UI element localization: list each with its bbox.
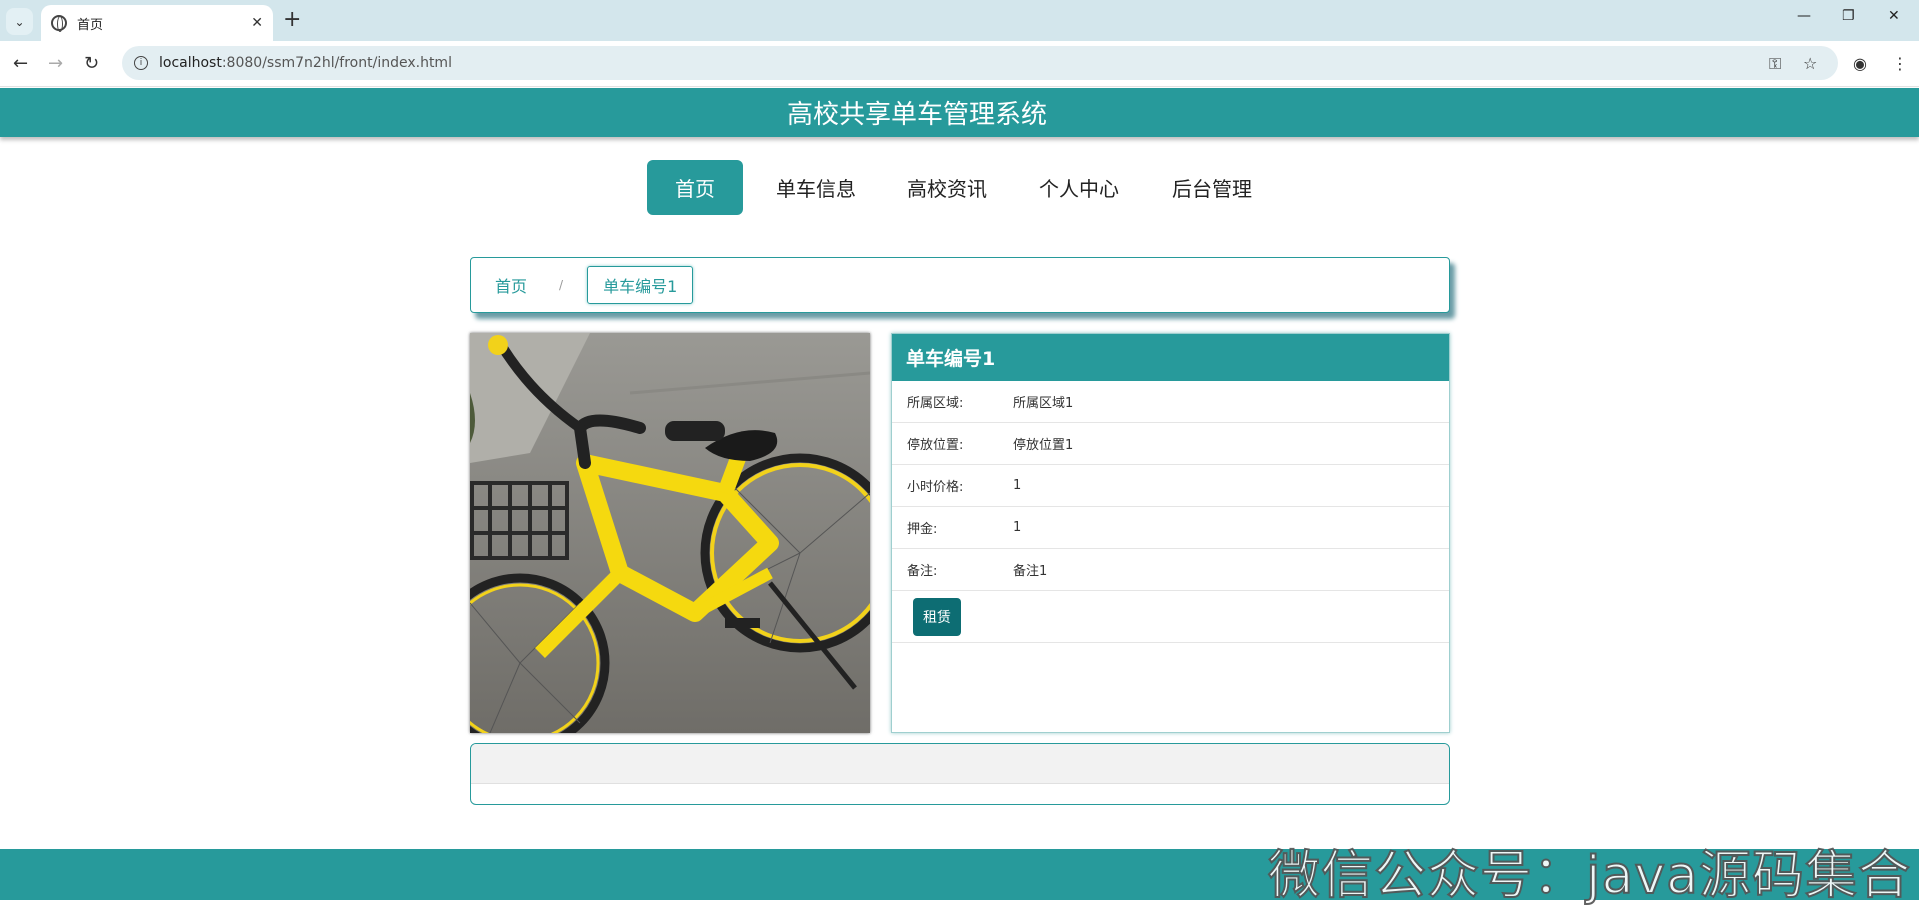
detail-header: 单车编号1 — [892, 334, 1449, 381]
url-field[interactable]: i localhost:8080/ssm7n2hl/front/index.ht… — [122, 46, 1838, 80]
detail-row-area: 所属区域: 所属区域1 — [892, 381, 1449, 423]
bike-photo — [470, 333, 870, 733]
main-nav: 首页 单车信息 高校资讯 个人中心 后台管理 — [0, 160, 1919, 215]
minimize-icon[interactable]: — — [1797, 8, 1811, 24]
nav-item-home[interactable]: 首页 — [647, 160, 743, 215]
field-label: 押金: — [907, 522, 938, 537]
browser-tab[interactable]: 首页 ✕ — [41, 5, 273, 41]
address-bar: ← → ↻ i localhost:8080/ssm7n2hl/front/in… — [0, 41, 1919, 87]
menu-dots-icon[interactable]: ⋮ — [1892, 54, 1908, 73]
breadcrumb: 首页 / 单车编号1 — [470, 257, 1450, 313]
detail-row-hourly-price: 小时价格: 1 — [892, 465, 1449, 507]
reload-icon[interactable]: ↻ — [84, 53, 99, 74]
action-row: 租赁 — [892, 591, 1449, 643]
profile-icon[interactable]: ◉ — [1853, 54, 1867, 73]
breadcrumb-current: 单车编号1 — [587, 266, 694, 304]
watermark-text: 微信公众号：java源码集合 — [1267, 845, 1911, 907]
close-window-icon[interactable]: ✕ — [1888, 8, 1900, 24]
bike-detail-panel: 单车编号1 所属区域: 所属区域1 停放位置: 停放位置1 小时价格: 1 押金… — [891, 333, 1450, 733]
url-path: :8080/ssm7n2hl/front/index.html — [221, 55, 452, 71]
detail-row-deposit: 押金: 1 — [892, 507, 1449, 549]
breadcrumb-separator: / — [559, 278, 564, 292]
tab-search-button[interactable]: ⌄ — [6, 8, 33, 35]
back-arrow-icon[interactable]: ← — [13, 53, 28, 74]
restore-icon[interactable]: ❐ — [1842, 8, 1855, 24]
detail-row-location: 停放位置: 停放位置1 — [892, 423, 1449, 465]
url-host: localhost — [159, 55, 222, 71]
browser-tab-strip: ⌄ 首页 ✕ + — ❐ ✕ — [0, 0, 1919, 41]
forward-arrow-icon[interactable]: → — [48, 53, 63, 74]
field-value: 1 — [1013, 520, 1022, 535]
field-value: 1 — [1013, 478, 1022, 493]
new-tab-button[interactable]: + — [283, 7, 301, 32]
site-header: 高校共享单车管理系统 — [0, 88, 1919, 137]
field-value: 所属区域1 — [1013, 396, 1074, 411]
nav-item-news[interactable]: 高校资讯 — [897, 160, 997, 215]
detail-row-remark: 备注: 备注1 — [892, 549, 1449, 591]
detail-title: 单车编号1 — [906, 348, 996, 370]
field-value: 备注1 — [1013, 564, 1048, 579]
field-label: 停放位置: — [907, 438, 964, 453]
detail-extra-box — [470, 743, 1450, 805]
site-info-icon[interactable]: i — [134, 56, 148, 70]
nav-item-personal[interactable]: 个人中心 — [1029, 160, 1129, 215]
close-tab-icon[interactable]: ✕ — [251, 15, 263, 31]
globe-icon — [51, 15, 67, 32]
site-title: 高校共享单车管理系统 — [786, 100, 1047, 130]
breadcrumb-home-link[interactable]: 首页 — [495, 273, 527, 297]
nav-item-admin[interactable]: 后台管理 — [1162, 160, 1262, 215]
field-label: 备注: — [907, 564, 938, 579]
extra-box-header — [471, 744, 1449, 784]
rent-button[interactable]: 租赁 — [913, 597, 961, 636]
star-icon[interactable]: ☆ — [1803, 54, 1817, 73]
key-icon[interactable]: ⚿ — [1769, 54, 1781, 74]
nav-item-bikes[interactable]: 单车信息 — [766, 160, 866, 215]
tab-title: 首页 — [77, 17, 104, 33]
field-label: 所属区域: — [907, 396, 964, 411]
field-label: 小时价格: — [907, 480, 964, 495]
field-value: 停放位置1 — [1013, 438, 1074, 453]
bike-image — [470, 333, 870, 733]
